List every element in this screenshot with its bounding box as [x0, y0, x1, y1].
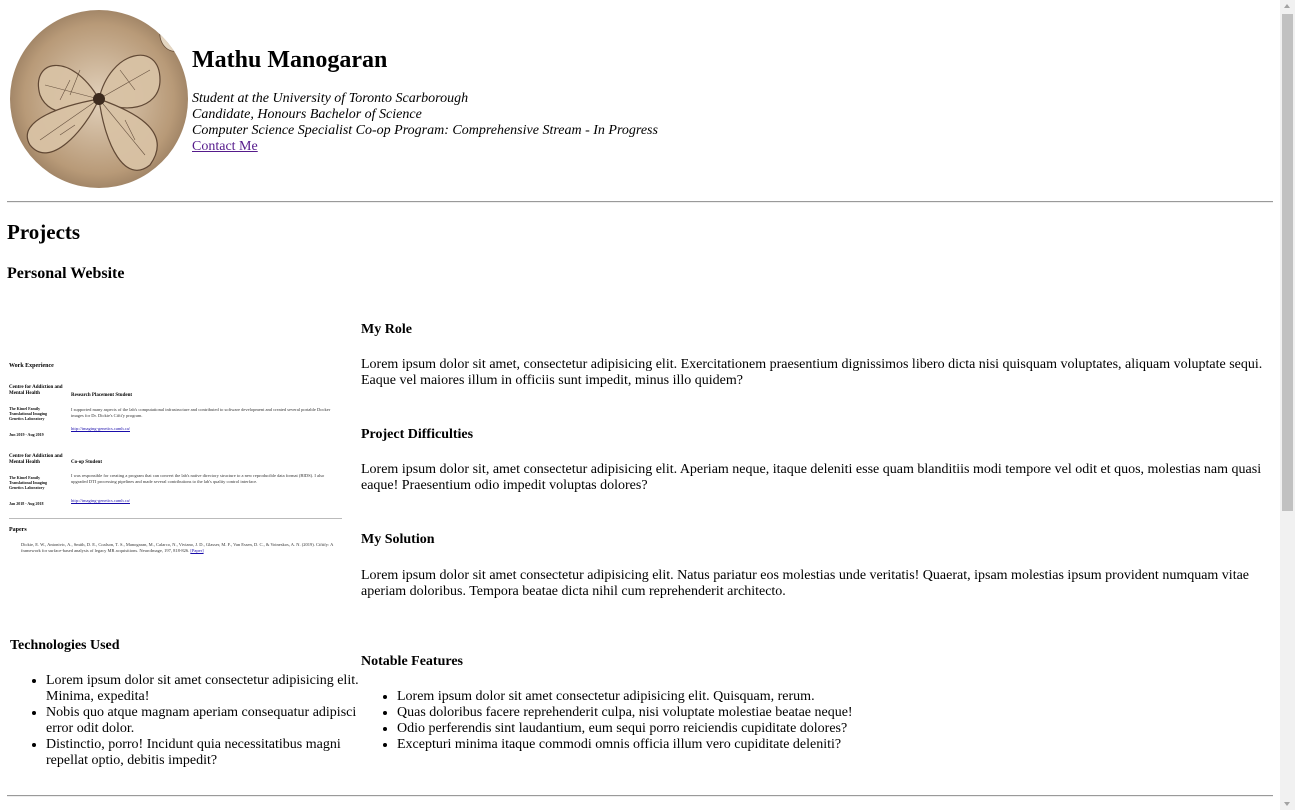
technologies-heading: Technologies Used — [10, 638, 120, 653]
thumb-lab: The Kimel Family Translational Imaging G… — [9, 406, 48, 421]
thumb-org: Centre for Addiction and Mental Health — [9, 385, 63, 396]
list-item: Lorem ipsum dolor sit amet consectetur a… — [46, 673, 362, 705]
list-item: Odio perferendis sint laudantium, eum se… — [397, 721, 1277, 737]
difficulties-heading: Project Difficulties — [361, 427, 474, 442]
scrollbar-thumb[interactable] — [1282, 14, 1293, 511]
role-heading: My Role — [361, 322, 412, 337]
thumb-role: Research Placement Student — [71, 393, 133, 398]
solution-text: Lorem ipsum dolor sit amet consectetur a… — [361, 568, 1250, 599]
features-heading: Notable Features — [361, 654, 463, 669]
vertical-scrollbar[interactable] — [1280, 0, 1295, 810]
technologies-list: Lorem ipsum dolor sit amet consectetur a… — [10, 673, 362, 769]
list-item: Excepturi minima itaque commodi omnis of… — [397, 737, 1277, 753]
features-list: Lorem ipsum dolor sit amet consectetur a… — [361, 689, 1277, 753]
page: Mathu Manogaran Student at the Universit… — [0, 0, 1280, 810]
thumb-dates: Jun 2019 - Aug 2019 — [9, 432, 44, 437]
header-divider — [7, 201, 1273, 203]
list-item: Distinctio, porro! Incidunt quia necessi… — [46, 737, 362, 769]
profile-name: Mathu Manogaran — [192, 47, 388, 73]
thumb-paper-text: Dickie, E. W., Antonivic, A., Smith, D. … — [21, 542, 334, 553]
profile-photo — [10, 10, 188, 188]
thumb-paper-link: [Paper] — [190, 547, 204, 553]
list-item: Nobis quo atque magnam aperiam consequat… — [46, 705, 362, 737]
project-screenshot: Work Experience Centre for Addiction and… — [9, 356, 344, 562]
scroll-down-arrow-icon[interactable] — [1284, 802, 1290, 806]
bio-line: Computer Science Specialist Co-op Progra… — [192, 123, 658, 138]
thumb-link: http://imaging-genetics.camh.ca/ — [71, 498, 130, 503]
bio-line: Student at the University of Toronto Sca… — [192, 91, 469, 106]
section-title-projects: Projects — [7, 220, 81, 244]
project-divider — [7, 795, 1273, 797]
profile-bio: Student at the University of Toronto Sca… — [192, 91, 658, 155]
scroll-up-arrow-icon[interactable] — [1284, 4, 1290, 8]
thumb-divider — [9, 518, 342, 519]
thumb-lab: The Kimel Family Translational Imaging G… — [9, 475, 48, 490]
thumb-desc: I supported many aspects of the lab's co… — [71, 407, 331, 418]
thumb-org: Centre for Addiction and Mental Health — [9, 454, 63, 465]
solution-heading: My Solution — [361, 532, 435, 547]
list-item: Quas doloribus facere reprehenderit culp… — [397, 705, 1277, 721]
thumb-role: Co-op Student — [71, 460, 102, 465]
thumb-heading: Work Experience — [9, 363, 54, 369]
difficulties-text: Lorem ipsum dolor sit, amet consectetur … — [361, 462, 1262, 493]
thumb-link: http://imaging-genetics.camh.ca/ — [71, 426, 130, 431]
contact-me-link[interactable]: Contact Me — [192, 139, 258, 155]
list-item: Lorem ipsum dolor sit amet consectetur a… — [397, 689, 1277, 705]
thumb-paper: Dickie, E. W., Antonivic, A., Smith, D. … — [21, 542, 341, 553]
project-title: Personal Website — [7, 265, 125, 282]
thumb-heading: Papers — [9, 527, 27, 533]
role-text: Lorem ipsum dolor sit amet, consectetur … — [361, 357, 1263, 388]
thumb-dates: Jan 2018 - Aug 2018 — [9, 501, 44, 506]
thumb-desc: I was responsible for creating a program… — [71, 473, 325, 484]
bio-line: Candidate, Honours Bachelor of Science — [192, 107, 422, 122]
